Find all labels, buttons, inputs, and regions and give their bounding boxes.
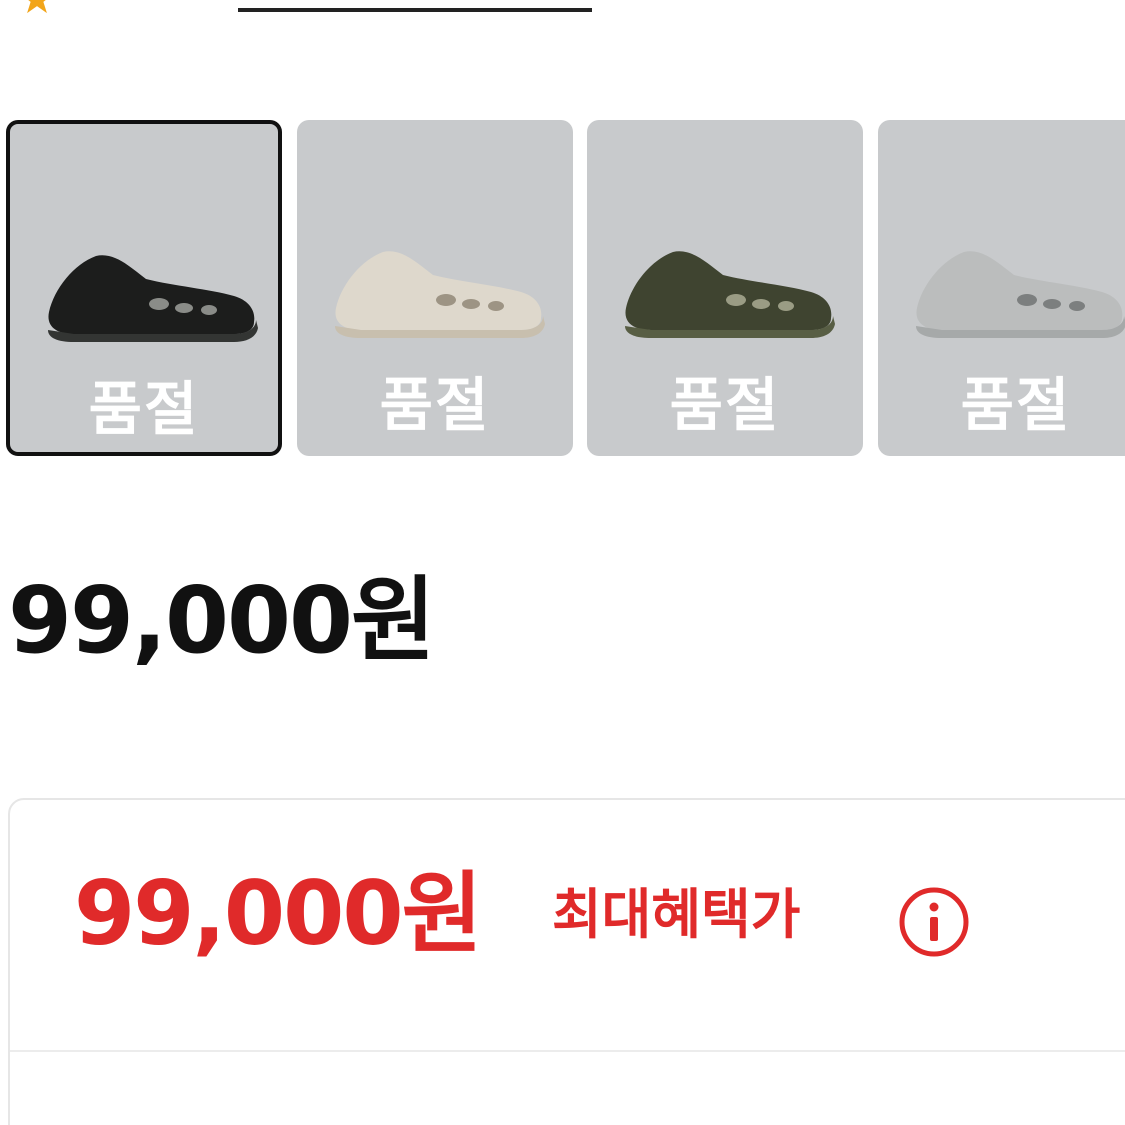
shoe-image [625,251,835,338]
star-icon [27,0,47,14]
color-option-grey[interactable]: 품절 [878,120,1125,456]
soldout-label: 품절 [960,371,1072,439]
color-option-cream[interactable]: 품절 [297,120,573,456]
soldout-label: 품절 [669,371,781,439]
soldout-label: 품절 [88,375,200,443]
info-icon[interactable] [898,886,970,958]
color-option-black[interactable]: 품절 [6,120,282,456]
benefit-label: 최대혜택가 [552,883,801,946]
benefit-price: 99,000원 [74,862,483,965]
soldout-label: 품절 [379,371,491,439]
divider [10,1050,1125,1052]
product-detail-page: 품절 품절 품절 품절 99,000원 99,000원 최대혜택가 [0,0,1125,1125]
review-link[interactable] [238,0,592,12]
shoe-image [916,251,1125,338]
color-options: 품절 품절 품절 품절 [6,120,1125,460]
shoe-image [48,255,258,342]
product-price: 99,000원 [8,567,436,674]
shoe-image [335,251,545,338]
color-option-olive[interactable]: 품절 [587,120,863,456]
rating-row [0,0,1125,14]
